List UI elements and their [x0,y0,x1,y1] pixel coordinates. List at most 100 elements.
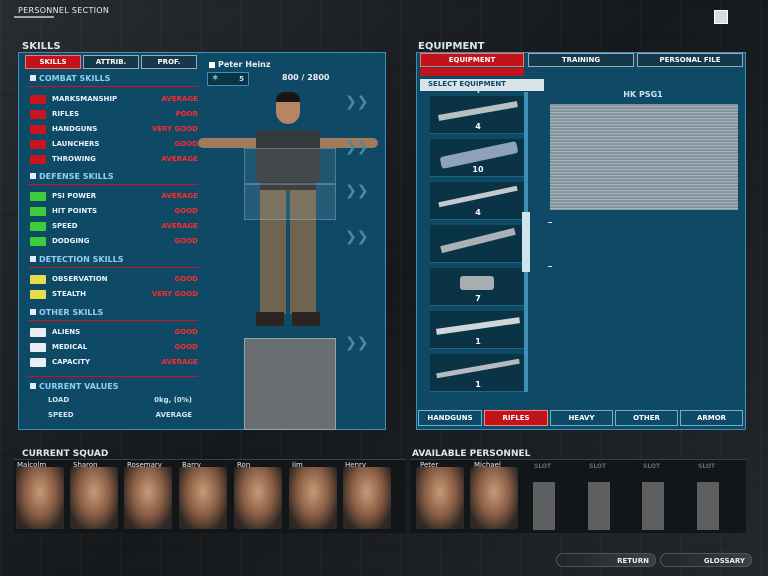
squad-member-portrait[interactable] [70,467,118,529]
skill-row-marksmanship[interactable]: MARKSMANSHIP AVERAGE [30,94,198,106]
return-button[interactable]: RETURN [556,553,656,567]
category-heavy[interactable]: HEAVY [550,410,613,426]
skill-row-stealth[interactable]: STEALTH VERY GOOD [30,289,198,301]
arrow-right-icon[interactable]: ❯❯ [345,184,368,198]
skill-value: AVERAGE [161,95,198,103]
tab-prof[interactable]: PROF. [141,55,197,69]
tab-training[interactable]: TRAINING [528,53,634,67]
alien-icon [30,328,46,337]
skill-label: SPEED [52,222,78,230]
tab-attrib[interactable]: ATTRIB. [83,55,139,69]
menu-icon[interactable] [714,10,728,24]
tab-skills[interactable]: SKILLS [25,55,81,69]
group-combat-skills: COMBAT SKILLS [30,74,110,83]
skill-label: THROWING [52,155,96,163]
equipment-item[interactable]: 1 [430,311,526,349]
divider [28,86,198,87]
skill-row-launchers[interactable]: LAUNCHERS GOOD [30,139,198,151]
category-other[interactable]: OTHER [615,410,678,426]
arrow-right-icon[interactable]: ❯❯ [345,230,368,244]
arrow-right-icon[interactable]: ❯❯ [345,140,368,154]
backpack-slot[interactable] [244,338,336,430]
selected-item-name: HK PSG1 [623,90,663,99]
slot-label: SLOT [698,463,716,470]
personnel-portrait[interactable] [416,467,464,529]
equipment-item[interactable]: 4 [430,182,526,220]
scrollbar-thumb[interactable] [522,212,530,272]
squad-member-portrait[interactable] [16,467,64,529]
personnel-portrait[interactable] [470,467,518,529]
psi-icon [30,192,46,201]
equipment-item[interactable]: 1 [430,354,526,392]
squad-member-portrait[interactable] [234,467,282,529]
divider [28,184,198,185]
squad-member-portrait[interactable] [343,467,391,529]
torso-slot[interactable] [244,148,336,184]
item-count: 4 [475,122,481,131]
skills-panel-title: SKILLS [22,41,61,52]
tick [548,266,552,267]
equipment-item[interactable]: 7 [430,268,526,306]
squad-member-portrait[interactable] [179,467,227,529]
medical-cross-icon [30,343,46,352]
available-personnel-title: AVAILABLE PERSONNEL [412,449,531,459]
grenade-icon [30,155,46,164]
category-armor[interactable]: ARMOR [680,410,743,426]
rank-value: 5 [239,75,244,83]
tab-personal-file[interactable]: PERSONAL FILE [637,53,743,67]
rank-box: ✶ 5 [207,72,249,86]
skill-row-hit-points[interactable]: HIT POINTS GOOD [30,206,198,218]
skill-row-throwing[interactable]: THROWING AVERAGE [30,154,198,166]
equipment-item[interactable]: 4 [430,96,526,134]
arrow-right-icon[interactable]: ❯❯ [345,95,368,109]
glossary-button[interactable]: GLOSSARY [660,553,752,567]
heart-icon [30,207,46,216]
item-count: 7 [475,294,481,303]
skill-row-psi-power[interactable]: PSI POWER AVERAGE [30,191,198,203]
group-other-skills: OTHER SKILLS [30,308,103,317]
empty-slot[interactable] [588,482,610,530]
skill-row-speed[interactable]: SPEED AVERAGE [30,221,198,233]
handgun-icon [30,125,46,134]
star-icon: ✶ [211,73,220,84]
tab-equipment[interactable]: EQUIPMENT [420,53,524,67]
skill-value: GOOD [174,275,198,283]
item-count: 10 [472,165,484,174]
skill-row-capacity[interactable]: CAPACITY AVERAGE [30,357,198,369]
equipment-list: 7 4 10 4 7 1 1 [424,86,532,394]
pistol-icon [460,276,494,290]
category-handguns[interactable]: HANDGUNS [418,410,482,426]
squad-member-portrait[interactable] [289,467,337,529]
equipment-item[interactable] [430,225,526,263]
arrow-right-icon[interactable]: ❯❯ [345,336,368,350]
skill-row-handguns[interactable]: HANDGUNS VERY GOOD [30,124,198,136]
item-count: 1 [475,380,481,389]
skill-label: LAUNCHERS [52,140,100,148]
category-rifles[interactable]: RIFLES [484,410,548,426]
skill-row-rifles[interactable]: RIFLES POOR [30,109,198,121]
item-count: 4 [475,208,481,217]
rifle-icon [30,110,46,119]
empty-slot[interactable] [697,482,719,530]
skill-row-observation[interactable]: OBSERVATION GOOD [30,274,198,286]
item-count: 7 [476,86,482,95]
skill-row-dodging[interactable]: DODGING GOOD [30,236,198,248]
belt-slot[interactable] [244,184,336,220]
squad-member-portrait[interactable] [124,467,172,529]
skill-label: MARKSMANSHIP [52,95,118,103]
equipment-item[interactable]: 10 [430,139,526,177]
empty-slot[interactable] [642,482,664,530]
skill-label: STEALTH [52,290,86,298]
empty-slot[interactable] [533,482,555,530]
skill-value: VERY GOOD [151,125,198,133]
launcher-icon [30,140,46,149]
skill-row-medical[interactable]: MEDICAL GOOD [30,342,198,354]
skill-label: HIT POINTS [52,207,98,215]
skill-row-aliens[interactable]: ALIENS GOOD [30,327,198,339]
skill-value: AVERAGE [161,222,198,230]
hair [276,92,300,102]
experience-points: 800 / 2800 [282,73,330,82]
character-icon [209,62,215,68]
character-name: Peter Heinz [218,60,271,69]
skill-value: VERY GOOD [151,290,198,298]
